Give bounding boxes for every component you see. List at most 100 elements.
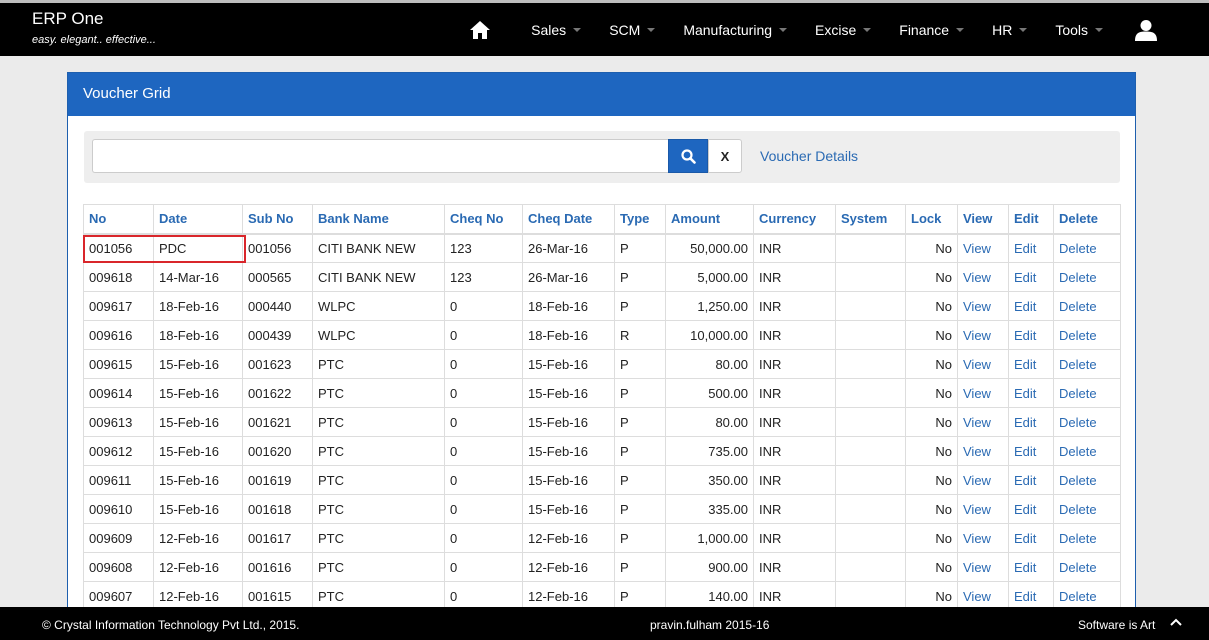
cell-bank-name: WLPC: [312, 291, 445, 321]
delete-link[interactable]: Delete: [1053, 291, 1121, 321]
col-header-currency[interactable]: Currency: [753, 204, 836, 235]
view-link[interactable]: View: [957, 465, 1009, 495]
edit-link[interactable]: Edit: [1008, 349, 1054, 379]
delete-link[interactable]: Delete: [1053, 349, 1121, 379]
view-link[interactable]: View: [957, 262, 1009, 292]
nav-excise[interactable]: Excise: [815, 22, 872, 38]
col-header-type[interactable]: Type: [614, 204, 666, 235]
col-header-system[interactable]: System: [835, 204, 906, 235]
scroll-top-icon[interactable]: [1170, 616, 1182, 630]
edit-link[interactable]: Edit: [1008, 233, 1054, 263]
view-link[interactable]: View: [957, 233, 1009, 263]
cell-cheq-no: 0: [444, 494, 523, 524]
search-button[interactable]: [668, 139, 708, 173]
edit-link[interactable]: Edit: [1008, 320, 1054, 350]
user-icon[interactable]: [1133, 17, 1159, 43]
edit-link[interactable]: Edit: [1008, 465, 1054, 495]
delete-link[interactable]: Delete: [1053, 378, 1121, 408]
delete-link[interactable]: Delete: [1053, 494, 1121, 524]
table-row[interactable]: 009613 15-Feb-16 001621 PTC 0 15-Feb-16 P 80.00…: [83, 407, 1121, 437]
edit-link[interactable]: Edit: [1008, 407, 1054, 437]
nav-hr[interactable]: HR: [992, 22, 1028, 38]
cell-cheq-no: 0: [444, 523, 523, 553]
col-header-sub-no[interactable]: Sub No: [242, 204, 313, 235]
edit-link[interactable]: Edit: [1008, 291, 1054, 321]
col-header-lock[interactable]: Lock: [905, 204, 958, 235]
table-row[interactable]: 009614 15-Feb-16 001622 PTC 0 15-Feb-16 P 500.0…: [83, 378, 1121, 408]
edit-link[interactable]: Edit: [1008, 552, 1054, 582]
voucher-details-link[interactable]: Voucher Details: [760, 148, 858, 164]
delete-link[interactable]: Delete: [1053, 320, 1121, 350]
cell-sub-no: 000439: [242, 320, 313, 350]
delete-link[interactable]: Delete: [1053, 465, 1121, 495]
table-row[interactable]: 009611 15-Feb-16 001619 PTC 0 15-Feb-16 P 350.0…: [83, 465, 1121, 495]
table-row[interactable]: 009615 15-Feb-16 001623 PTC 0 15-Feb-16 P 80.00…: [83, 349, 1121, 379]
col-header-amount[interactable]: Amount: [665, 204, 754, 235]
cell-sub-no: 001620: [242, 436, 313, 466]
table-row[interactable]: 009617 18-Feb-16 000440 WLPC 0 18-Feb-16 P 1,25…: [83, 291, 1121, 321]
view-link[interactable]: View: [957, 378, 1009, 408]
view-link[interactable]: View: [957, 552, 1009, 582]
col-header-edit[interactable]: Edit: [1008, 204, 1054, 235]
clear-search-button[interactable]: X: [708, 139, 742, 173]
cell-date: 14-Mar-16: [153, 262, 243, 292]
nav-finance-label: Finance: [899, 21, 950, 38]
edit-link[interactable]: Edit: [1008, 378, 1054, 408]
col-header-date[interactable]: Date: [153, 204, 243, 235]
edit-link[interactable]: Edit: [1008, 523, 1054, 553]
nav-tools-label: Tools: [1055, 21, 1088, 38]
nav-manufacturing[interactable]: Manufacturing: [683, 22, 788, 38]
table-row[interactable]: 009612 15-Feb-16 001620 PTC 0 15-Feb-16 P 735.0…: [83, 436, 1121, 466]
nav-scm[interactable]: SCM: [609, 21, 656, 38]
edit-link[interactable]: Edit: [1008, 494, 1054, 524]
delete-link[interactable]: Delete: [1053, 523, 1121, 553]
delete-link[interactable]: Delete: [1053, 262, 1121, 292]
cell-amount: 335.00: [665, 494, 754, 524]
delete-link[interactable]: Delete: [1053, 407, 1121, 437]
col-header-no[interactable]: No: [83, 204, 154, 235]
cell-system: [835, 291, 906, 321]
cell-bank-name: PTC: [312, 378, 445, 408]
cell-lock: No: [905, 320, 958, 350]
view-link[interactable]: View: [957, 349, 1009, 379]
cell-bank-name: PTC: [312, 349, 445, 379]
view-link[interactable]: View: [957, 320, 1009, 350]
brand[interactable]: ERP One easy. elegant.. effective...: [32, 9, 156, 46]
cell-sub-no: 001618: [242, 494, 313, 524]
edit-link[interactable]: Edit: [1008, 262, 1054, 292]
view-link[interactable]: View: [957, 523, 1009, 553]
table-row[interactable]: 009616 18-Feb-16 000439 WLPC 0 18-Feb-16 R 10,0…: [83, 320, 1121, 350]
view-link[interactable]: View: [957, 436, 1009, 466]
table-row[interactable]: 009610 15-Feb-16 001618 PTC 0 15-Feb-16 P 335.0…: [83, 494, 1121, 524]
search-input[interactable]: [92, 139, 669, 173]
delete-link[interactable]: Delete: [1053, 552, 1121, 582]
edit-link[interactable]: Edit: [1008, 436, 1054, 466]
col-header-bank-name[interactable]: Bank Name: [312, 204, 445, 235]
col-header-cheq-date[interactable]: Cheq Date: [522, 204, 615, 235]
view-link[interactable]: View: [957, 494, 1009, 524]
view-link[interactable]: View: [957, 407, 1009, 437]
table-row[interactable]: 001056 PDC 001056 CITI BANK NEW 123 26-Mar-16…: [83, 233, 1121, 263]
delete-link[interactable]: Delete: [1053, 233, 1121, 263]
nav-sales[interactable]: Sales: [531, 22, 582, 38]
cell-type: P: [614, 465, 666, 495]
home-icon[interactable]: [467, 17, 493, 43]
cell-cheq-no: 123: [444, 233, 523, 263]
view-link[interactable]: View: [957, 291, 1009, 321]
table-row[interactable]: 009609 12-Feb-16 001617 PTC 0 12-Feb-16 P 1,000…: [83, 523, 1121, 553]
table-row[interactable]: 009618 14-Mar-16 000565 CITI BANK NEW 123 26-…: [83, 262, 1121, 292]
table-row[interactable]: 009608 12-Feb-16 001616 PTC 0 12-Feb-16 P 900.0…: [83, 552, 1121, 582]
cell-system: [835, 523, 906, 553]
cell-system: [835, 436, 906, 466]
nav-tools[interactable]: Tools: [1055, 22, 1103, 38]
delete-link[interactable]: Delete: [1053, 436, 1121, 466]
cell-date: 12-Feb-16: [153, 523, 243, 553]
nav-finance[interactable]: Finance: [899, 21, 965, 38]
cell-no: 009615: [83, 349, 154, 379]
col-header-view[interactable]: View: [957, 204, 1009, 235]
nav-scm-label: SCM: [609, 21, 641, 38]
col-header-delete[interactable]: Delete: [1053, 204, 1121, 235]
cell-sub-no: 000440: [242, 291, 313, 321]
col-header-cheq-no[interactable]: Cheq No: [444, 204, 523, 235]
cell-cheq-date: 26-Mar-16: [522, 233, 615, 263]
